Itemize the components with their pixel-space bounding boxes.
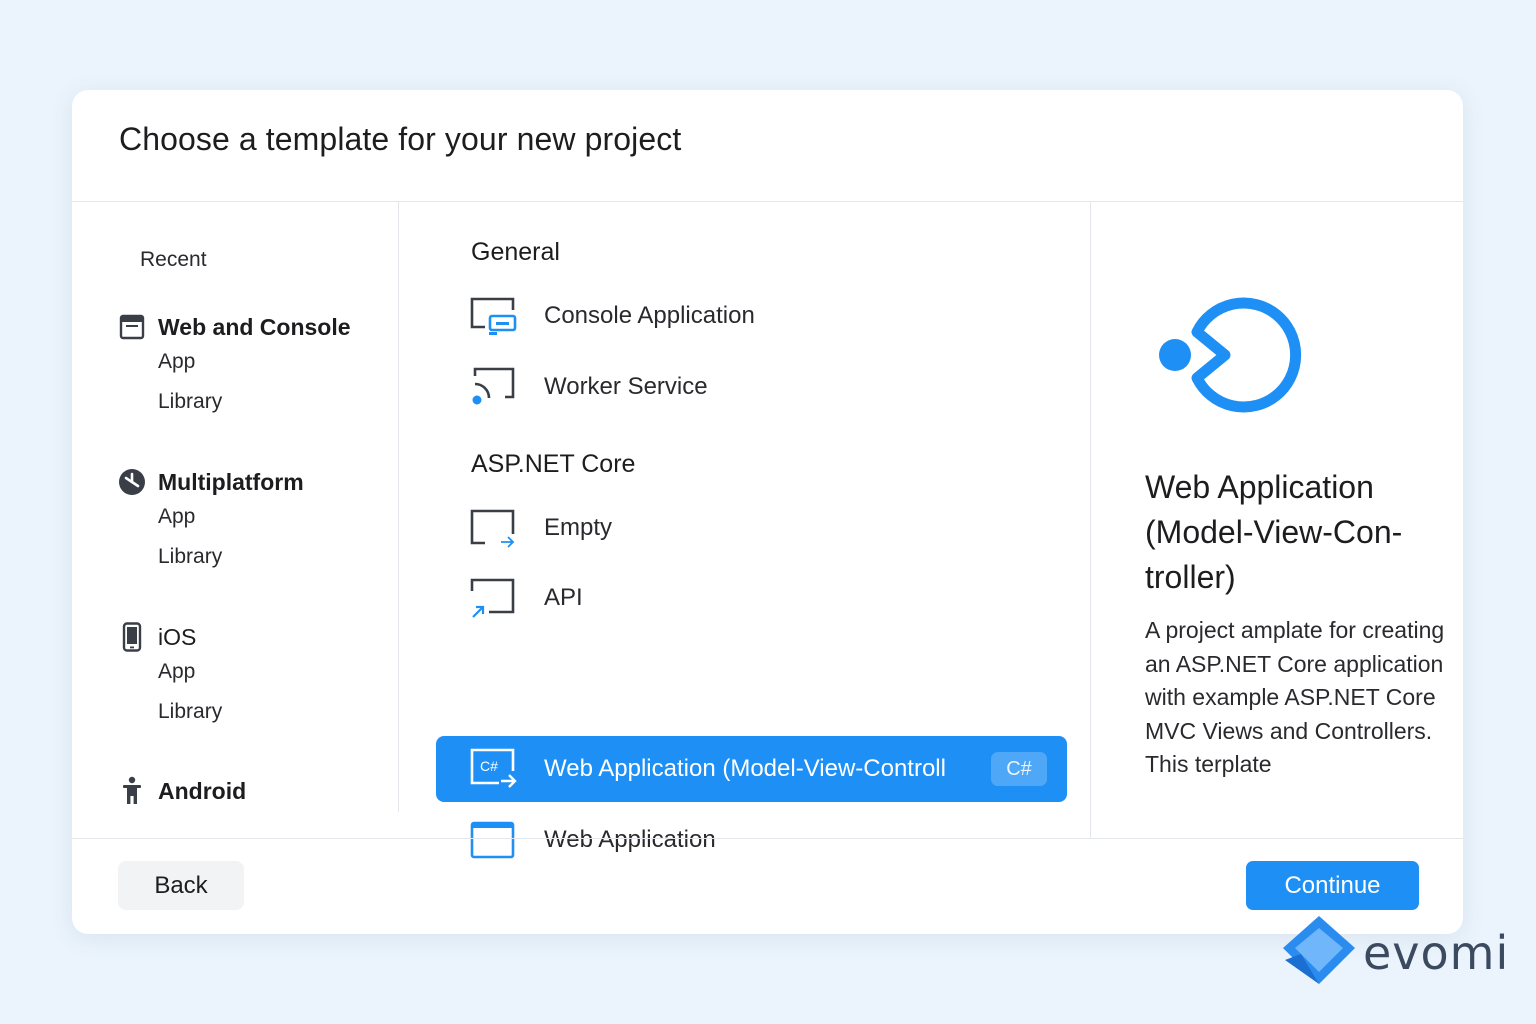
- sidebar-group-label: Multiplatform: [158, 468, 304, 495]
- template-empty[interactable]: Empty: [436, 495, 1067, 561]
- dialog-title: Choose a template for your new project: [119, 121, 682, 157]
- detail-description: A project amplate for creating an ASP.NE…: [1145, 617, 1445, 777]
- back-button[interactable]: Back: [118, 861, 244, 910]
- template-detail-pane: Web Application (Model-View-Con-troller)…: [1090, 202, 1463, 838]
- section-title-aspnet-core: ASP.NET Core: [471, 450, 636, 478]
- detail-title: Web Application (Model-View-Con-troller): [1145, 469, 1403, 595]
- sidebar-group-web-and-console: Web and Console App Library: [118, 312, 351, 422]
- template-label: Console Application: [544, 302, 755, 329]
- template-console-application[interactable]: Console Application: [436, 283, 1067, 349]
- sidebar-item-web-app[interactable]: App: [158, 342, 351, 382]
- template-label: API: [544, 584, 583, 611]
- svg-text:C#: C#: [480, 758, 498, 774]
- template-worker-service[interactable]: Worker Service: [436, 354, 1067, 420]
- api-icon: [469, 576, 517, 620]
- sidebar-item-ios[interactable]: iOS: [118, 622, 222, 652]
- sidebar-item-recent[interactable]: Recent: [140, 248, 207, 272]
- sidebar-item-ios-library[interactable]: Library: [158, 692, 222, 732]
- continue-button[interactable]: Continue: [1246, 861, 1419, 910]
- sidebar-group-multiplatform: Multiplatform App Library: [118, 467, 304, 577]
- multiplatform-icon: [118, 468, 146, 496]
- sidebar-group-android: Android: [118, 776, 246, 806]
- section-title-general: General: [471, 238, 560, 266]
- window-icon: [118, 313, 146, 341]
- sidebar-item-android[interactable]: Android: [118, 776, 246, 806]
- evomi-logo-icon: [1281, 914, 1357, 991]
- category-sidebar: Recent Web and Console App Library Multi…: [72, 202, 399, 812]
- sidebar-item-multiplatform-app[interactable]: App: [158, 497, 304, 537]
- template-label: Empty: [544, 514, 613, 541]
- template-api[interactable]: API: [436, 565, 1067, 631]
- android-icon: [118, 776, 146, 805]
- mvc-template-logo-icon: [1153, 292, 1305, 423]
- sidebar-item-multiplatform-library[interactable]: Library: [158, 537, 304, 577]
- template-list: General Console Application Worker Servi…: [399, 202, 1091, 859]
- brand-watermark: evomi: [1281, 914, 1509, 991]
- new-project-dialog: Choose a template for your new project R…: [72, 90, 1463, 934]
- console-icon: [469, 294, 517, 338]
- worker-service-icon: [469, 365, 517, 409]
- dialog-body: Recent Web and Console App Library Multi…: [72, 202, 1463, 859]
- template-web-application-mvc[interactable]: C# Web Application (Model-View-Controll …: [436, 736, 1067, 802]
- template-label: Worker Service: [544, 373, 708, 400]
- dialog-header: Choose a template for your new project: [72, 90, 1463, 202]
- sidebar-item-multiplatform[interactable]: Multiplatform: [118, 467, 304, 497]
- sidebar-group-label: iOS: [158, 623, 197, 650]
- brand-name: evomi: [1363, 925, 1510, 980]
- sidebar-group-label: Web and Console: [158, 313, 351, 340]
- language-badge[interactable]: C#: [991, 752, 1047, 786]
- sidebar-item-web-and-console[interactable]: Web and Console: [118, 312, 351, 342]
- sidebar-group-ios: iOS App Library: [118, 622, 222, 732]
- mvc-csharp-icon: C#: [469, 747, 517, 791]
- phone-icon: [118, 622, 146, 652]
- template-label: Web Application (Model-View-Controll: [544, 755, 946, 782]
- dialog-footer: Back Continue: [72, 838, 1463, 934]
- sidebar-item-web-library[interactable]: Library: [158, 382, 351, 422]
- empty-project-icon: [469, 506, 517, 550]
- sidebar-item-ios-app[interactable]: App: [158, 652, 222, 692]
- sidebar-group-label: Android: [158, 777, 247, 804]
